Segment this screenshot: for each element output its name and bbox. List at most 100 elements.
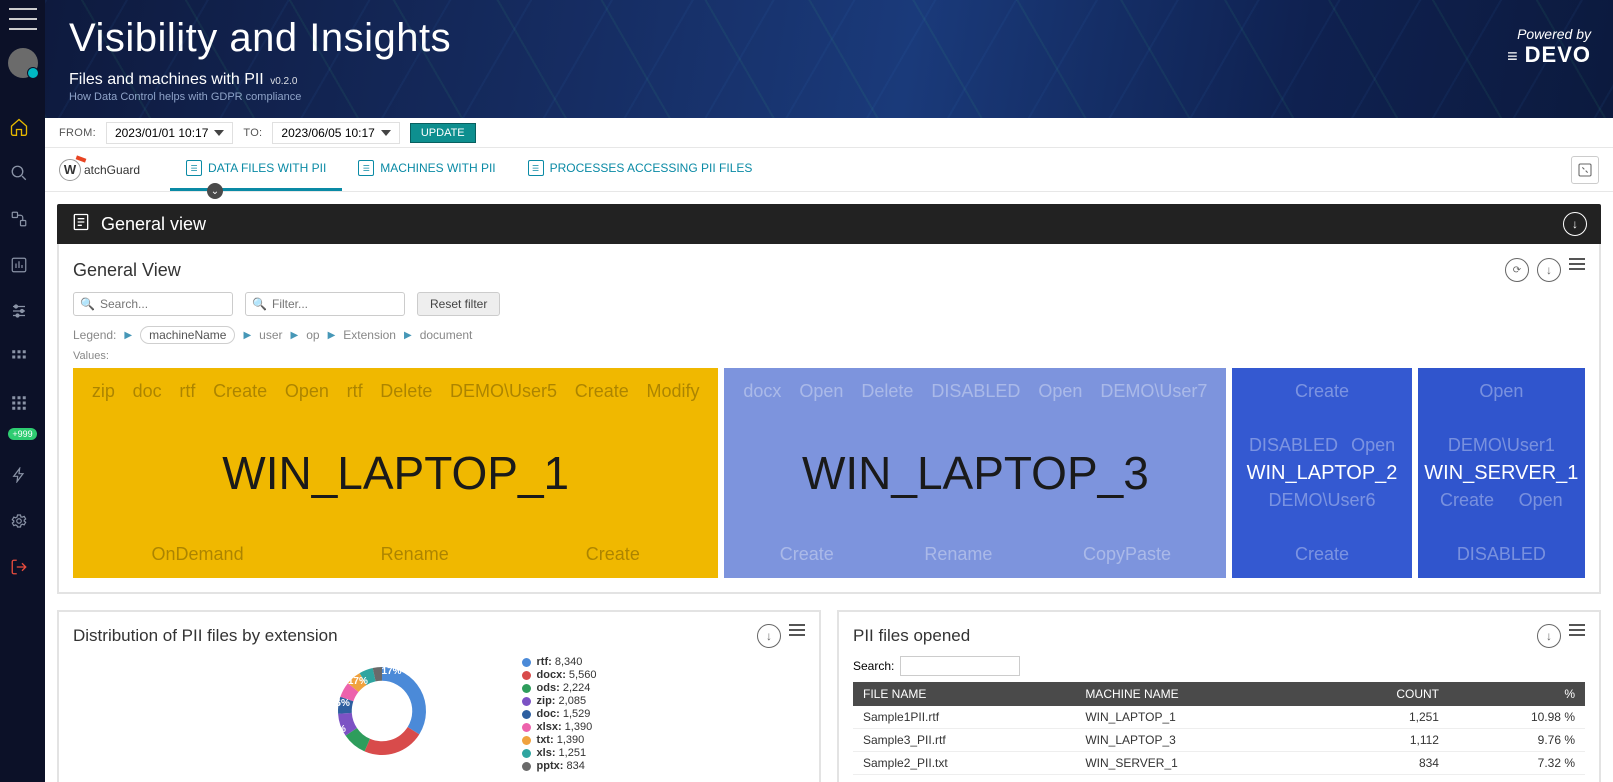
update-button[interactable]: UPDATE (410, 123, 476, 143)
treemap-block[interactable]: OpenDEMO\User1CreateOpenDISABLEDWIN_SERV… (1418, 368, 1585, 578)
col-machinename[interactable]: MACHINE NAME (1075, 682, 1316, 706)
sliders-icon[interactable] (8, 300, 30, 322)
legend-item[interactable]: ods: 2,224 (522, 682, 597, 694)
list-icon: ☰ (528, 160, 544, 176)
treemap-block[interactable]: CreateDISABLEDOpenDEMO\User6CreateWIN_LA… (1232, 368, 1411, 578)
treemap-block[interactable]: zipdocrtfCreateOpenrtfDeleteDEMO\User5Cr… (73, 368, 718, 578)
tabs-bar: W atchGuard ☰DATA FILES WITH PII ☰MACHIN… (45, 148, 1613, 192)
legend-dot-icon (522, 697, 531, 706)
table-row[interactable]: Sample3_PII.rtfWIN_LAPTOP_31,1129.76 % (853, 729, 1585, 752)
legend-text: zip: 2,085 (537, 695, 587, 707)
pct-label: 17% (382, 666, 402, 677)
table-cell: WIN_LAPTOP_3 (1075, 729, 1316, 752)
pct-label: 4.75% (432, 714, 460, 725)
legend-text: ods: 2,224 (537, 682, 591, 694)
pii-opened-title: PII files opened (853, 626, 970, 646)
search-icon[interactable] (8, 162, 30, 184)
tab-data-files[interactable]: ☰DATA FILES WITH PII (170, 148, 342, 191)
legend-text: xlsx: 1,390 (537, 721, 593, 733)
legend-item[interactable]: rtf: 8,340 (522, 656, 597, 668)
search-field[interactable]: 🔍 (73, 292, 233, 316)
tab-processes[interactable]: ☰PROCESSES ACCESSING PII FILES (512, 148, 769, 191)
reset-filter-button[interactable]: Reset filter (417, 292, 500, 316)
legend-item[interactable]: doc: 1,529 (522, 708, 597, 720)
fullscreen-icon[interactable] (1571, 156, 1599, 184)
legend-item[interactable]: xlsx: 1,390 (522, 721, 597, 733)
col-filename[interactable]: FILE NAME (853, 682, 1075, 706)
flow-icon[interactable] (8, 208, 30, 230)
distribution-card: Distribution of PII files by extension ↓… (57, 610, 821, 782)
table-row[interactable]: Sample2_PII.txtWIN_SERVER_18347.32 % (853, 752, 1585, 775)
logout-icon[interactable] (8, 556, 30, 578)
chart-icon[interactable] (8, 254, 30, 276)
legend-dot-icon (522, 658, 531, 667)
legend-item[interactable]: pptx: 834 (522, 760, 597, 772)
pii-opened-table: FILE NAME MACHINE NAME COUNT % Sample1PI… (853, 682, 1585, 775)
table-cell: 7.32 % (1449, 752, 1585, 775)
table-cell: 1,251 (1316, 706, 1449, 729)
refresh-icon[interactable]: ⟳ (1505, 258, 1529, 282)
search-icon: 🔍 (252, 297, 267, 311)
filter-field[interactable]: 🔍 (245, 292, 405, 316)
table-cell: WIN_SERVER_1 (1075, 752, 1316, 775)
panel-menu-icon[interactable] (1569, 624, 1585, 648)
treemap-label: WIN_LAPTOP_1 (222, 446, 569, 500)
legend-chip-op[interactable]: op (306, 328, 319, 342)
chevron-down-icon (214, 130, 224, 136)
legend-text: doc: 1,529 (537, 708, 591, 720)
distribution-legend: rtf: 8,340docx: 5,560ods: 2,224zip: 2,08… (522, 656, 597, 773)
watchguard-icon: W (59, 159, 81, 181)
download-icon[interactable]: ↓ (1537, 258, 1561, 282)
table-cell: 834 (1316, 752, 1449, 775)
legend-dot-icon (522, 723, 531, 732)
bolt-icon[interactable] (8, 464, 30, 486)
col-count[interactable]: COUNT (1316, 682, 1449, 706)
download-icon[interactable]: ↓ (1537, 624, 1561, 648)
watchguard-text: atchGuard (84, 163, 140, 177)
donut-chart[interactable]: 17% 4.75% 17% 5.29% 4.76% 3.17% (282, 656, 482, 766)
hamburger-menu-button[interactable] (9, 8, 37, 30)
panel-menu-icon[interactable] (1569, 258, 1585, 282)
legend-chip-user[interactable]: user (259, 328, 282, 342)
legend-item[interactable]: zip: 2,085 (522, 695, 597, 707)
version-label: v0.2.0 (270, 76, 297, 87)
panel-menu-icon[interactable] (789, 624, 805, 648)
home-icon[interactable] (8, 116, 30, 138)
user-avatar[interactable] (8, 48, 38, 78)
list-icon: ☰ (186, 160, 202, 176)
tab-marker-icon[interactable]: ⌄ (207, 183, 223, 199)
legend-item[interactable]: xls: 1,251 (522, 747, 597, 759)
from-label: FROM: (59, 127, 96, 139)
legend-text: rtf: 8,340 (537, 656, 583, 668)
legend-chip-document[interactable]: document (420, 328, 473, 342)
treemap-block[interactable]: docxOpenDeleteDISABLEDOpenDEMO\User7Crea… (724, 368, 1226, 578)
legend-chip-extension[interactable]: Extension (343, 328, 396, 342)
search-icon: 🔍 (80, 297, 95, 311)
to-label: TO: (243, 127, 262, 139)
download-icon[interactable]: ↓ (757, 624, 781, 648)
search-input[interactable] (73, 292, 233, 316)
apps-icon[interactable] (8, 392, 30, 414)
pct-label: 3.17% (340, 676, 368, 687)
opened-search-input[interactable] (900, 656, 1020, 676)
col-pct[interactable]: % (1449, 682, 1585, 706)
legend-chip-machinename[interactable]: machineName (140, 326, 235, 344)
legend-dot-icon (522, 684, 531, 693)
values-label: Values: (73, 350, 1585, 362)
filter-input[interactable] (245, 292, 405, 316)
powered-by: Powered by DEVO (1507, 26, 1591, 68)
powered-label: Powered by (1507, 26, 1591, 42)
grid-icon[interactable] (8, 346, 30, 368)
from-date-picker[interactable]: 2023/01/01 10:17 (106, 122, 233, 144)
legend-item[interactable]: txt: 1,390 (522, 734, 597, 746)
date-range-bar: FROM: 2023/01/01 10:17 TO: 2023/06/05 10… (45, 118, 1613, 148)
tab-machines[interactable]: ☰MACHINES WITH PII (342, 148, 511, 191)
download-icon[interactable]: ↓ (1563, 212, 1587, 236)
gear-icon[interactable] (8, 510, 30, 532)
notification-badge[interactable]: +999 (8, 428, 36, 440)
to-date-picker[interactable]: 2023/06/05 10:17 (272, 122, 399, 144)
table-cell: Sample1PII.rtf (853, 706, 1075, 729)
table-cell: Sample3_PII.rtf (853, 729, 1075, 752)
table-row[interactable]: Sample1PII.rtfWIN_LAPTOP_11,25110.98 % (853, 706, 1585, 729)
legend-item[interactable]: docx: 5,560 (522, 669, 597, 681)
